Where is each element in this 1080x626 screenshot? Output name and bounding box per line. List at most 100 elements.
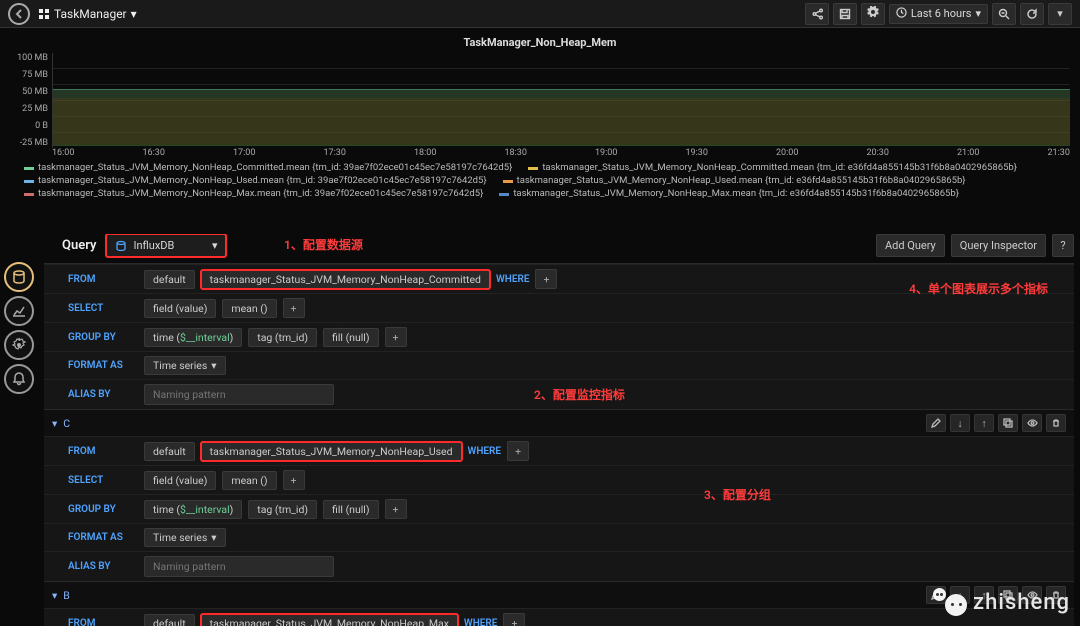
chart-plot-area[interactable]: 100 MB 75 MB 50 MB 25 MB 0 B -25 MB xyxy=(10,53,1070,148)
kw-from: FROM xyxy=(68,446,138,457)
query-section-label: Query xyxy=(62,238,96,253)
select-add-button[interactable]: + xyxy=(283,298,305,318)
aliasby-input[interactable] xyxy=(144,384,334,405)
chevron-down-icon: ▾ xyxy=(975,7,981,20)
select-field-chip[interactable]: field (value) xyxy=(144,299,216,318)
kw-aliasby: ALIAS BY xyxy=(68,561,138,572)
groupby-time-chip[interactable]: time ($__interval) xyxy=(144,328,242,347)
kw-groupby: GROUP BY xyxy=(68,504,138,515)
kw-select: SELECT xyxy=(68,475,138,486)
query-block-b: ▾ B ↓ ↑ FROM default taskmanager_Status_… xyxy=(44,581,1074,626)
from-measurement-chip[interactable]: taskmanager_Status_JVM_Memory_NonHeap_Co… xyxy=(201,270,490,289)
select-field-chip[interactable]: field (value) xyxy=(144,471,216,490)
kw-formatas: FORMAT AS xyxy=(68,532,138,543)
datasource-picker[interactable]: InfluxDB ▾ xyxy=(106,234,226,257)
legend-item[interactable]: taskmanager_Status_JVM_Memory_NonHeap_Ma… xyxy=(24,188,483,201)
chevron-down-icon: ▾ xyxy=(211,359,216,372)
query-inspector-button[interactable]: Query Inspector xyxy=(951,234,1046,257)
back-button[interactable] xyxy=(8,3,30,25)
annotation-2: 2、配置监控指标 xyxy=(534,386,625,403)
query-collapse-toggle[interactable]: ▾ xyxy=(52,589,57,602)
kw-select: SELECT xyxy=(68,303,138,314)
query-duplicate-button[interactable] xyxy=(998,414,1018,432)
aliasby-input[interactable] xyxy=(144,556,334,577)
time-range-picker[interactable]: Last 6 hours ▾ xyxy=(889,4,988,24)
kw-from: FROM xyxy=(68,618,138,626)
kw-from: FROM xyxy=(68,274,138,285)
wechat-icon xyxy=(933,588,967,616)
where-add-button[interactable]: + xyxy=(507,441,529,461)
query-toggle-visibility-button[interactable] xyxy=(1022,414,1042,432)
tab-visualization[interactable] xyxy=(4,296,34,326)
where-add-button[interactable]: + xyxy=(503,613,525,626)
zoom-out-button[interactable] xyxy=(992,3,1016,25)
query-edit-button[interactable] xyxy=(926,414,946,432)
chart-panel: TaskManager_Non_Heap_Mem 100 MB 75 MB 50… xyxy=(10,32,1070,200)
query-id-label: C xyxy=(63,417,70,430)
legend-item[interactable]: taskmanager_Status_JVM_Memory_NonHeap_Ma… xyxy=(499,188,959,201)
time-range-label: Last 6 hours xyxy=(911,7,972,20)
legend-item[interactable]: taskmanager_Status_JVM_Memory_NonHeap_Co… xyxy=(24,162,512,175)
query-delete-button[interactable] xyxy=(1046,414,1066,432)
refresh-button[interactable] xyxy=(1020,3,1044,25)
chart-y-axis: 100 MB 75 MB 50 MB 25 MB 0 B -25 MB xyxy=(10,53,52,148)
chevron-down-icon: ▾ xyxy=(212,239,218,252)
query-collapse-toggle[interactable]: ▾ xyxy=(52,417,57,430)
from-retention-chip[interactable]: default xyxy=(144,270,195,289)
tab-queries[interactable] xyxy=(4,262,34,292)
dashboard-title-dropdown[interactable]: TaskManager ▾ xyxy=(38,7,137,21)
formatas-select[interactable]: Time series ▾ xyxy=(144,356,226,375)
legend-item[interactable]: taskmanager_Status_JVM_Memory_NonHeap_Co… xyxy=(528,162,1017,175)
kw-aliasby: ALIAS BY xyxy=(68,389,138,400)
formatas-select[interactable]: Time series ▾ xyxy=(144,528,226,547)
legend-item[interactable]: taskmanager_Status_JVM_Memory_NonHeap_Us… xyxy=(24,175,487,188)
from-retention-chip[interactable]: default xyxy=(144,614,195,626)
annotation-3: 3、配置分组 xyxy=(704,486,771,503)
kw-where: WHERE xyxy=(496,274,530,285)
legend-item[interactable]: taskmanager_Status_JVM_Memory_NonHeap_Us… xyxy=(503,175,966,188)
chart-x-axis: 16:00 16:30 17:00 17:30 18:00 18:30 19:0… xyxy=(52,148,1070,158)
query-moveup-button[interactable]: ↑ xyxy=(974,414,994,432)
groupby-add-button[interactable]: + xyxy=(385,327,407,347)
select-add-button[interactable]: + xyxy=(283,470,305,490)
groupby-time-chip[interactable]: time ($__interval) xyxy=(144,500,242,519)
watermark: zhisheng xyxy=(933,588,1070,616)
from-retention-chip[interactable]: default xyxy=(144,442,195,461)
query-help-button[interactable]: ? xyxy=(1052,234,1074,257)
chart-canvas[interactable] xyxy=(52,53,1070,148)
tab-general[interactable] xyxy=(4,330,34,360)
query-movedown-button[interactable]: ↓ xyxy=(950,414,970,432)
save-button[interactable] xyxy=(833,3,857,25)
select-mean-chip[interactable]: mean () xyxy=(222,299,276,318)
annotation-1: 1、配置数据源 xyxy=(284,236,363,253)
settings-button[interactable] xyxy=(861,3,885,25)
groupby-fill-chip[interactable]: fill (null) xyxy=(323,328,378,347)
groupby-fill-chip[interactable]: fill (null) xyxy=(323,500,378,519)
annotation-4: 4、单个图表展示多个指标 xyxy=(909,280,1048,297)
kw-formatas: FORMAT AS xyxy=(68,360,138,371)
chevron-down-icon: ▾ xyxy=(131,7,137,21)
groupby-tag-chip[interactable]: tag (tm_id) xyxy=(248,328,317,347)
add-query-button[interactable]: Add Query xyxy=(876,234,945,257)
kw-where: WHERE xyxy=(468,446,502,457)
query-editor: Query InfluxDB ▾ 1、配置数据源 Add Query Query… xyxy=(44,234,1074,626)
refresh-interval-dropdown[interactable]: ▾ xyxy=(1048,3,1072,25)
groupby-add-button[interactable]: + xyxy=(385,499,407,519)
from-measurement-chip[interactable]: taskmanager_Status_JVM_Memory_NonHeap_Us… xyxy=(201,442,462,461)
kw-where: WHERE xyxy=(464,618,498,626)
query-id-label: B xyxy=(63,589,70,602)
where-add-button[interactable]: + xyxy=(535,269,557,289)
editor-side-tabs xyxy=(4,262,34,394)
datasource-label: InfluxDB xyxy=(133,239,174,252)
chart-legend: taskmanager_Status_JVM_Memory_NonHeap_Co… xyxy=(24,162,1070,200)
select-mean-chip[interactable]: mean () xyxy=(222,471,276,490)
dashboard-title: TaskManager xyxy=(54,7,127,21)
chart-title: TaskManager_Non_Heap_Mem xyxy=(10,32,1070,53)
from-measurement-chip[interactable]: taskmanager_Status_JVM_Memory_NonHeap_Ma… xyxy=(201,614,458,626)
tab-alert[interactable] xyxy=(4,364,34,394)
chevron-down-icon: ▾ xyxy=(211,531,216,544)
share-button[interactable] xyxy=(805,3,829,25)
gear-icon xyxy=(867,6,879,21)
query-block-c: ▾ C ↓ ↑ FROM default taskmanager_Status_… xyxy=(44,409,1074,581)
groupby-tag-chip[interactable]: tag (tm_id) xyxy=(248,500,317,519)
